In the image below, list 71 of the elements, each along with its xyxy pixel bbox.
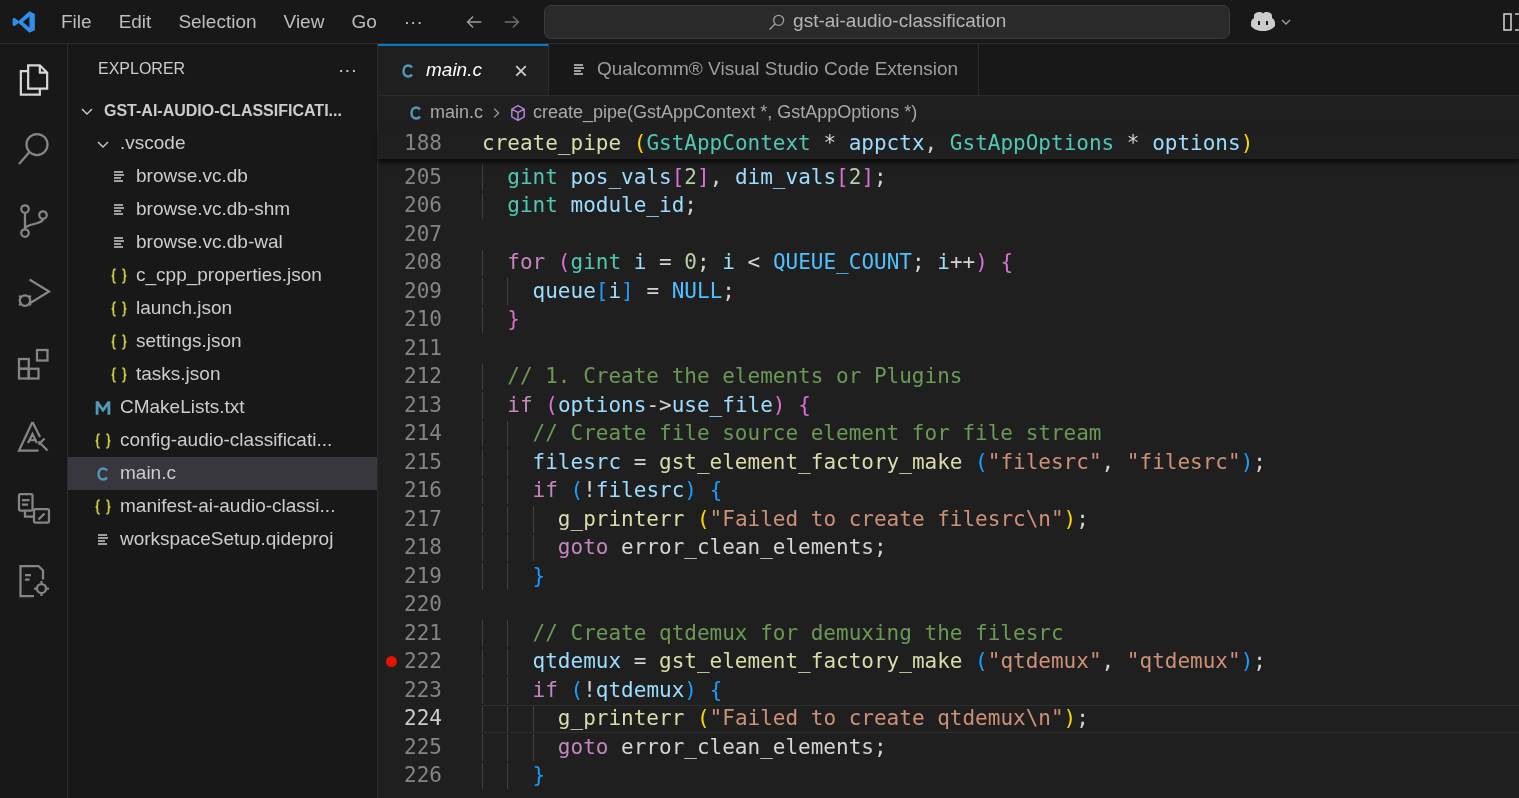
line-number: 220 — [404, 591, 442, 618]
tree-item[interactable]: CMakeLists.txt — [68, 391, 377, 424]
menu-item[interactable]: Edit — [106, 12, 164, 31]
line-number: 226 — [404, 762, 442, 789]
tree-item[interactable]: c_cpp_properties.json — [68, 259, 377, 292]
menu-item[interactable]: View — [271, 12, 337, 31]
lines-file-icon — [95, 531, 111, 548]
line-number: 188 — [403, 130, 442, 158]
tree-item[interactable]: browse.vc.db — [68, 160, 377, 193]
line-number: 206 — [404, 192, 442, 219]
layout-icon[interactable] — [1503, 11, 1519, 32]
lines-file-icon — [571, 61, 587, 78]
lines-file-icon — [111, 168, 127, 185]
breadcrumb-item[interactable]: create_pipe(GstAppContext *, GstAppOptions *) — [533, 99, 918, 126]
menu-item[interactable]: ··· — [391, 12, 435, 31]
braces-icon — [110, 266, 128, 285]
line-number: 214 — [404, 420, 442, 447]
cube-icon — [509, 103, 527, 122]
line-number: 225 — [404, 733, 442, 761]
tree-item[interactable]: settings.json — [68, 325, 377, 358]
breadcrumb-item[interactable]: main.c — [430, 99, 483, 126]
letter-c-icon — [95, 465, 111, 482]
braces-icon — [110, 299, 128, 318]
letter-c-icon — [408, 104, 424, 121]
line-number: 223 — [404, 676, 442, 704]
braces-icon — [110, 332, 128, 351]
menu-item[interactable]: Selection — [166, 12, 269, 31]
editor-tab[interactable]: main.c × — [378, 44, 549, 95]
lines-file-icon — [111, 234, 127, 251]
line-number: 212 — [404, 363, 442, 390]
close-button[interactable]: × — [513, 58, 528, 83]
tree-item[interactable]: browse.vc.db-shm — [68, 193, 377, 226]
tree-item[interactable]: GST-AI-AUDIO-CLASSIFICATI... — [68, 94, 377, 127]
code-line: create_pipe (GstAppContext * appctx, GstAppOptions * options) — [482, 130, 1254, 158]
logo-icon — [11, 8, 37, 35]
tree-item[interactable]: tasks.json — [68, 358, 377, 391]
letter-m-icon — [94, 398, 112, 417]
search-text: gst-ai-audio-classification — [793, 9, 1007, 34]
tree-item[interactable]: manifest-ai-audio-classi... — [68, 490, 377, 523]
line-number: 217 — [404, 505, 442, 533]
line-number: 210 — [404, 306, 442, 333]
braces-icon — [110, 365, 128, 384]
line-number: 205 — [404, 163, 442, 191]
lines-file-icon — [111, 201, 127, 218]
line-number: 208 — [404, 249, 442, 276]
braces-icon — [94, 431, 112, 450]
tree-item[interactable]: workspaceSetup.qideproj — [68, 523, 377, 556]
tree-item[interactable]: main.c — [68, 457, 377, 490]
line-number: 209 — [404, 277, 442, 305]
menu-item[interactable]: File — [49, 12, 104, 31]
tree-item[interactable]: browse.vc.db-wal — [68, 226, 377, 259]
tree-item[interactable]: .vscode — [68, 127, 377, 160]
tree-item[interactable]: config-audio-classificati... — [68, 424, 377, 457]
line-number: 222 — [404, 648, 442, 675]
line-number: 207 — [404, 220, 442, 248]
line-number: 216 — [404, 477, 442, 504]
tree-item[interactable]: launch.json — [68, 292, 377, 325]
line-number: 224 — [404, 705, 442, 732]
line-number: 221 — [404, 619, 442, 647]
menu-item[interactable]: Go — [339, 12, 389, 31]
line-number: 215 — [404, 448, 442, 476]
breakpoint-icon[interactable] — [386, 656, 397, 668]
panel-title: EXPLORER — [98, 59, 186, 79]
line-number: 218 — [404, 534, 442, 561]
line-number: 219 — [404, 562, 442, 590]
line-number: 213 — [404, 391, 442, 419]
search-field[interactable]: gst-ai-audio-classification — [543, 4, 1230, 39]
more-actions-button[interactable]: ··· — [338, 59, 357, 79]
letter-c-icon — [400, 62, 416, 79]
line-number: 211 — [404, 334, 442, 362]
braces-icon — [94, 497, 112, 516]
